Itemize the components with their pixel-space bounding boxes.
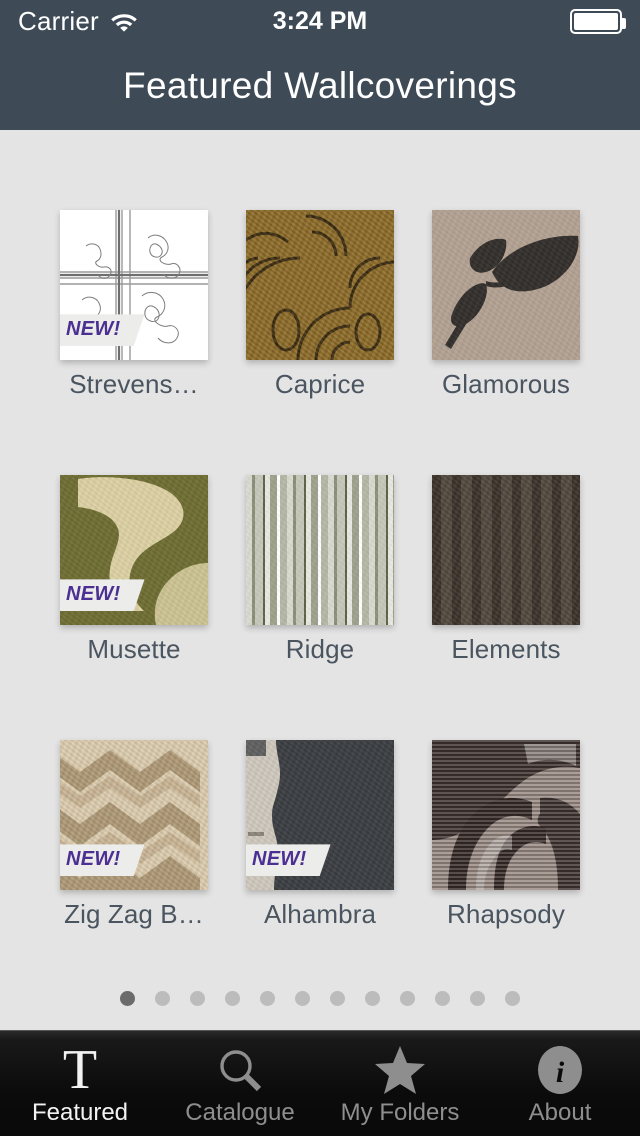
page-dot[interactable] xyxy=(470,991,485,1006)
wallcovering-tile[interactable]: Caprice xyxy=(246,210,394,432)
status-bar: Carrier 3:24 PM xyxy=(0,0,640,42)
page-dot[interactable] xyxy=(505,991,520,1006)
swatch-thumbnail[interactable]: NEW! xyxy=(60,740,208,890)
tab-about[interactable]: i About xyxy=(480,1031,640,1136)
tab-label: My Folders xyxy=(340,1099,460,1126)
page-dot[interactable] xyxy=(365,991,380,1006)
tab-label: Featured xyxy=(31,1099,129,1126)
swatch-thumbnail[interactable] xyxy=(432,740,580,890)
swatch-wrap xyxy=(246,475,394,625)
navigation-bar: Featured Wallcoverings xyxy=(0,42,640,130)
tile-label: Rhapsody xyxy=(447,899,565,929)
page-dot[interactable] xyxy=(260,991,275,1006)
tab-catalogue[interactable]: Catalogue xyxy=(160,1031,320,1136)
tab-bar: T Featured Catalogue My Folders i About xyxy=(0,1030,640,1136)
page-dot[interactable] xyxy=(435,991,450,1006)
swatch-caprice xyxy=(246,210,394,360)
swatch-thumbnail[interactable]: NEW! xyxy=(60,210,208,360)
wallcovering-tile[interactable]: NEW! Zig Zag B… xyxy=(60,740,208,962)
tile-label: Caprice xyxy=(274,369,366,399)
page-control[interactable] xyxy=(0,991,640,1006)
swatch-wrap xyxy=(432,210,580,360)
tile-label: Zig Zag B… xyxy=(64,899,204,929)
swatch-wrap: NEW! xyxy=(246,740,394,890)
svg-text:i: i xyxy=(556,1056,565,1089)
tile-label: Glamorous xyxy=(441,369,571,399)
new-badge: NEW! xyxy=(60,844,145,876)
wifi-icon xyxy=(109,10,139,32)
wallcovering-tile[interactable]: NEW! Musette xyxy=(60,475,208,697)
page-dot[interactable] xyxy=(330,991,345,1006)
info-circle-icon: i xyxy=(535,1044,585,1096)
grid-row: NEW! Musette Ridge Elements xyxy=(0,475,640,697)
wallcovering-tile[interactable]: Glamorous xyxy=(432,210,580,432)
swatch-wrap xyxy=(432,740,580,890)
swatch-elements xyxy=(432,475,580,625)
wallcovering-tile[interactable]: NEW! Strevens… xyxy=(60,210,208,432)
new-badge: NEW! xyxy=(246,844,331,876)
tab-label: Catalogue xyxy=(185,1099,295,1126)
swatch-thumbnail[interactable]: NEW! xyxy=(246,740,394,890)
swatch-wrap: NEW! xyxy=(60,740,208,890)
swatch-rhapsody xyxy=(432,740,580,890)
grid-row: NEW! Zig Zag B… NEW! Alhambra Rhapsody xyxy=(0,740,640,962)
swatch-thumbnail[interactable] xyxy=(246,210,394,360)
new-badge: NEW! xyxy=(60,314,145,346)
carrier-label: Carrier xyxy=(18,5,99,36)
status-bar-right xyxy=(367,8,627,34)
app-screen: Carrier 3:24 PM Featured Wallcoverings N… xyxy=(0,0,640,1136)
grid-row: NEW! Strevens… Caprice Glamorous xyxy=(0,210,640,432)
page-dot[interactable] xyxy=(400,991,415,1006)
tile-label: Ridge xyxy=(285,634,355,664)
letter-t-icon: T xyxy=(62,1039,98,1101)
swatch-thumbnail[interactable]: NEW! xyxy=(60,475,208,625)
swatch-thumbnail[interactable] xyxy=(246,475,394,625)
wallcovering-grid: NEW! Strevens… Caprice Glamorous NEW! Mu… xyxy=(0,130,640,1030)
tile-label: Musette xyxy=(87,634,181,664)
search-icon xyxy=(215,1044,265,1096)
swatch-glamorous xyxy=(432,210,580,360)
tab-my-folders[interactable]: My Folders xyxy=(320,1031,480,1136)
swatch-thumbnail[interactable] xyxy=(432,475,580,625)
swatch-wrap: NEW! xyxy=(60,475,208,625)
status-bar-left: Carrier xyxy=(18,6,273,37)
new-badge: NEW! xyxy=(60,579,145,611)
page-dot[interactable] xyxy=(155,991,170,1006)
battery-full-icon xyxy=(570,8,627,34)
clock: 3:24 PM xyxy=(272,6,368,35)
page-title: Featured Wallcoverings xyxy=(123,65,517,106)
swatch-thumbnail[interactable] xyxy=(432,210,580,360)
page-dot-active[interactable] xyxy=(120,991,135,1006)
wallcovering-tile[interactable]: Elements xyxy=(432,475,580,697)
swatch-wrap xyxy=(432,475,580,625)
swatch-wrap xyxy=(246,210,394,360)
wallcovering-tile[interactable]: NEW! Alhambra xyxy=(246,740,394,962)
wallcovering-tile[interactable]: Rhapsody xyxy=(432,740,580,962)
page-dot[interactable] xyxy=(295,991,310,1006)
swatch-ridge xyxy=(246,475,394,625)
tile-label: Strevens… xyxy=(69,369,199,399)
wallcovering-tile[interactable]: Ridge xyxy=(246,475,394,697)
page-dot[interactable] xyxy=(225,991,240,1006)
swatch-wrap: NEW! xyxy=(60,210,208,360)
tab-featured[interactable]: T Featured xyxy=(0,1031,160,1136)
star-icon xyxy=(374,1044,426,1096)
tile-label: Alhambra xyxy=(263,899,377,929)
page-dot[interactable] xyxy=(190,991,205,1006)
tab-label: About xyxy=(528,1099,592,1126)
tile-label: Elements xyxy=(451,634,561,664)
